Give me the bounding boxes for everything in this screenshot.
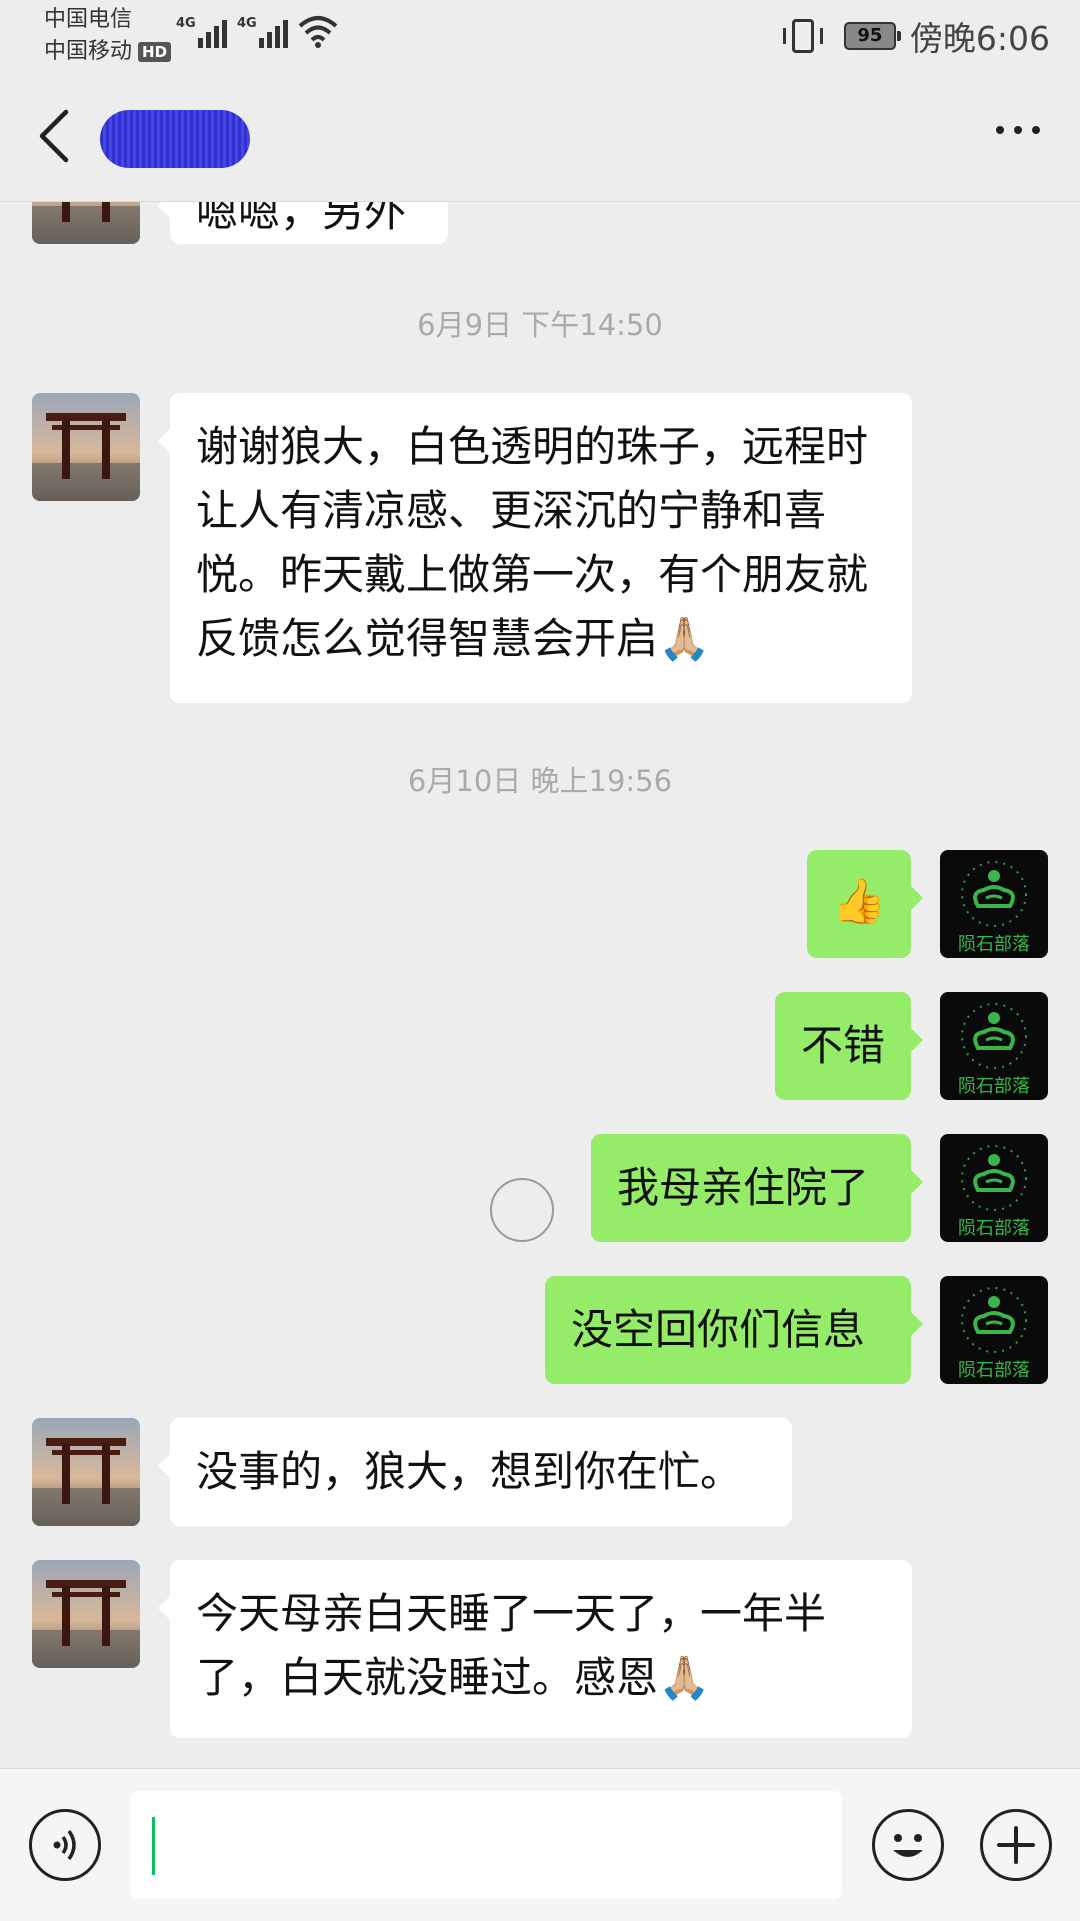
torii-gate-icon bbox=[32, 393, 140, 501]
message-text: 不错 bbox=[801, 1021, 886, 1070]
torii-gate-icon bbox=[32, 1560, 140, 1668]
message-text: 嗯嗯，另外 bbox=[196, 202, 407, 236]
plus-icon[interactable] bbox=[980, 1809, 1052, 1881]
buddha-logo-icon: 陨石部落 bbox=[940, 1134, 1048, 1242]
chat-header bbox=[0, 76, 1080, 202]
message-bubble[interactable]: 嗯嗯，另外 bbox=[158, 202, 448, 244]
message-timestamp: 6月10日 晚上19:56 bbox=[407, 764, 673, 798]
message-input[interactable] bbox=[130, 1791, 842, 1899]
thumbs-up-emoji: 👍 bbox=[831, 876, 887, 927]
contact-name-redacted bbox=[100, 110, 250, 168]
floating-circle-button[interactable] bbox=[490, 1178, 554, 1242]
svg-text:陨石部落: 陨石部落 bbox=[958, 1218, 1030, 1239]
buddha-logo-icon: 陨石部落 bbox=[940, 992, 1048, 1100]
text-caret bbox=[152, 1817, 155, 1875]
carrier-info: 中国电信 中国移动 HD bbox=[44, 4, 172, 68]
message-bubble[interactable]: 我母亲住院了 bbox=[591, 1134, 923, 1242]
contact-avatar[interactable] bbox=[32, 202, 140, 244]
status-bar: 中国电信 中国移动 HD 4G 4G 95 傍晚6:06 bbox=[0, 0, 1080, 76]
svg-text:陨石部落: 陨石部落 bbox=[958, 1360, 1030, 1381]
voice-icon[interactable] bbox=[29, 1809, 101, 1881]
buddha-logo-icon: 陨石部落 bbox=[940, 850, 1048, 958]
message-bubble[interactable]: 谢谢狼大，白色透明的珠子，远程时让人有清凉感、更深沉的宁静和喜悦。昨天戴上做第一… bbox=[158, 393, 912, 703]
message-bubble[interactable]: 👍 bbox=[807, 850, 923, 958]
input-bar bbox=[0, 1768, 1080, 1921]
chevron-left-icon[interactable] bbox=[30, 106, 80, 166]
message-timestamp: 6月9日 下午14:50 bbox=[417, 308, 663, 342]
contact-avatar[interactable] bbox=[32, 1560, 140, 1668]
smiley-icon[interactable] bbox=[872, 1809, 944, 1881]
signal-icon: 4G bbox=[237, 16, 288, 48]
message-text: 今天母亲白天睡了一天了，一年半了，白天就没睡过。感恩🙏🏼 bbox=[196, 1589, 827, 1702]
battery-icon: 95 bbox=[843, 22, 901, 50]
torii-gate-icon bbox=[32, 1418, 140, 1526]
carrier-1: 中国电信 bbox=[44, 7, 133, 32]
message-text: 没事的，狼大，想到你在忙。 bbox=[196, 1447, 743, 1496]
clock: 傍晚6:06 bbox=[909, 19, 1050, 58]
message-text: 谢谢狼大，白色透明的珠子，远程时让人有清凉感、更深沉的宁静和喜悦。昨天戴上做第一… bbox=[196, 422, 869, 663]
self-avatar[interactable]: 陨石部落 bbox=[940, 850, 1048, 958]
svg-text:陨石部落: 陨石部落 bbox=[958, 934, 1030, 955]
message-bubble[interactable]: 没事的，狼大，想到你在忙。 bbox=[158, 1418, 792, 1526]
message-text: 我母亲住院了 bbox=[617, 1163, 870, 1212]
vibrate-icon bbox=[782, 19, 823, 53]
self-avatar[interactable]: 陨石部落 bbox=[940, 992, 1048, 1100]
self-avatar[interactable]: 陨石部落 bbox=[940, 1134, 1048, 1242]
message-bubble[interactable]: 不错 bbox=[775, 992, 923, 1100]
hd-badge: HD bbox=[138, 42, 172, 62]
message-bubble[interactable]: 今天母亲白天睡了一天了，一年半了，白天就没睡过。感恩🙏🏼 bbox=[158, 1560, 912, 1738]
contact-avatar[interactable] bbox=[32, 1418, 140, 1526]
torii-gate-icon bbox=[32, 202, 140, 244]
signal-icon: 4G bbox=[176, 16, 227, 48]
self-avatar[interactable]: 陨石部落 bbox=[940, 1276, 1048, 1384]
svg-text:陨石部落: 陨石部落 bbox=[958, 1076, 1030, 1097]
signal-indicators: 4G 4G bbox=[176, 14, 338, 48]
buddha-logo-icon: 陨石部落 bbox=[940, 1276, 1048, 1384]
message-text: 没空回你们信息 bbox=[571, 1305, 866, 1354]
message-list[interactable]: 嗯嗯，另外 6月9日 下午14:50 谢谢狼大，白色透明的珠子，远程时让人有清凉… bbox=[0, 202, 1080, 1768]
more-dots-icon[interactable] bbox=[996, 126, 1040, 134]
wifi-icon bbox=[298, 16, 338, 48]
carrier-2: 中国移动 bbox=[44, 39, 133, 64]
message-bubble[interactable]: 没空回你们信息 bbox=[545, 1276, 923, 1384]
contact-avatar[interactable] bbox=[32, 393, 140, 501]
